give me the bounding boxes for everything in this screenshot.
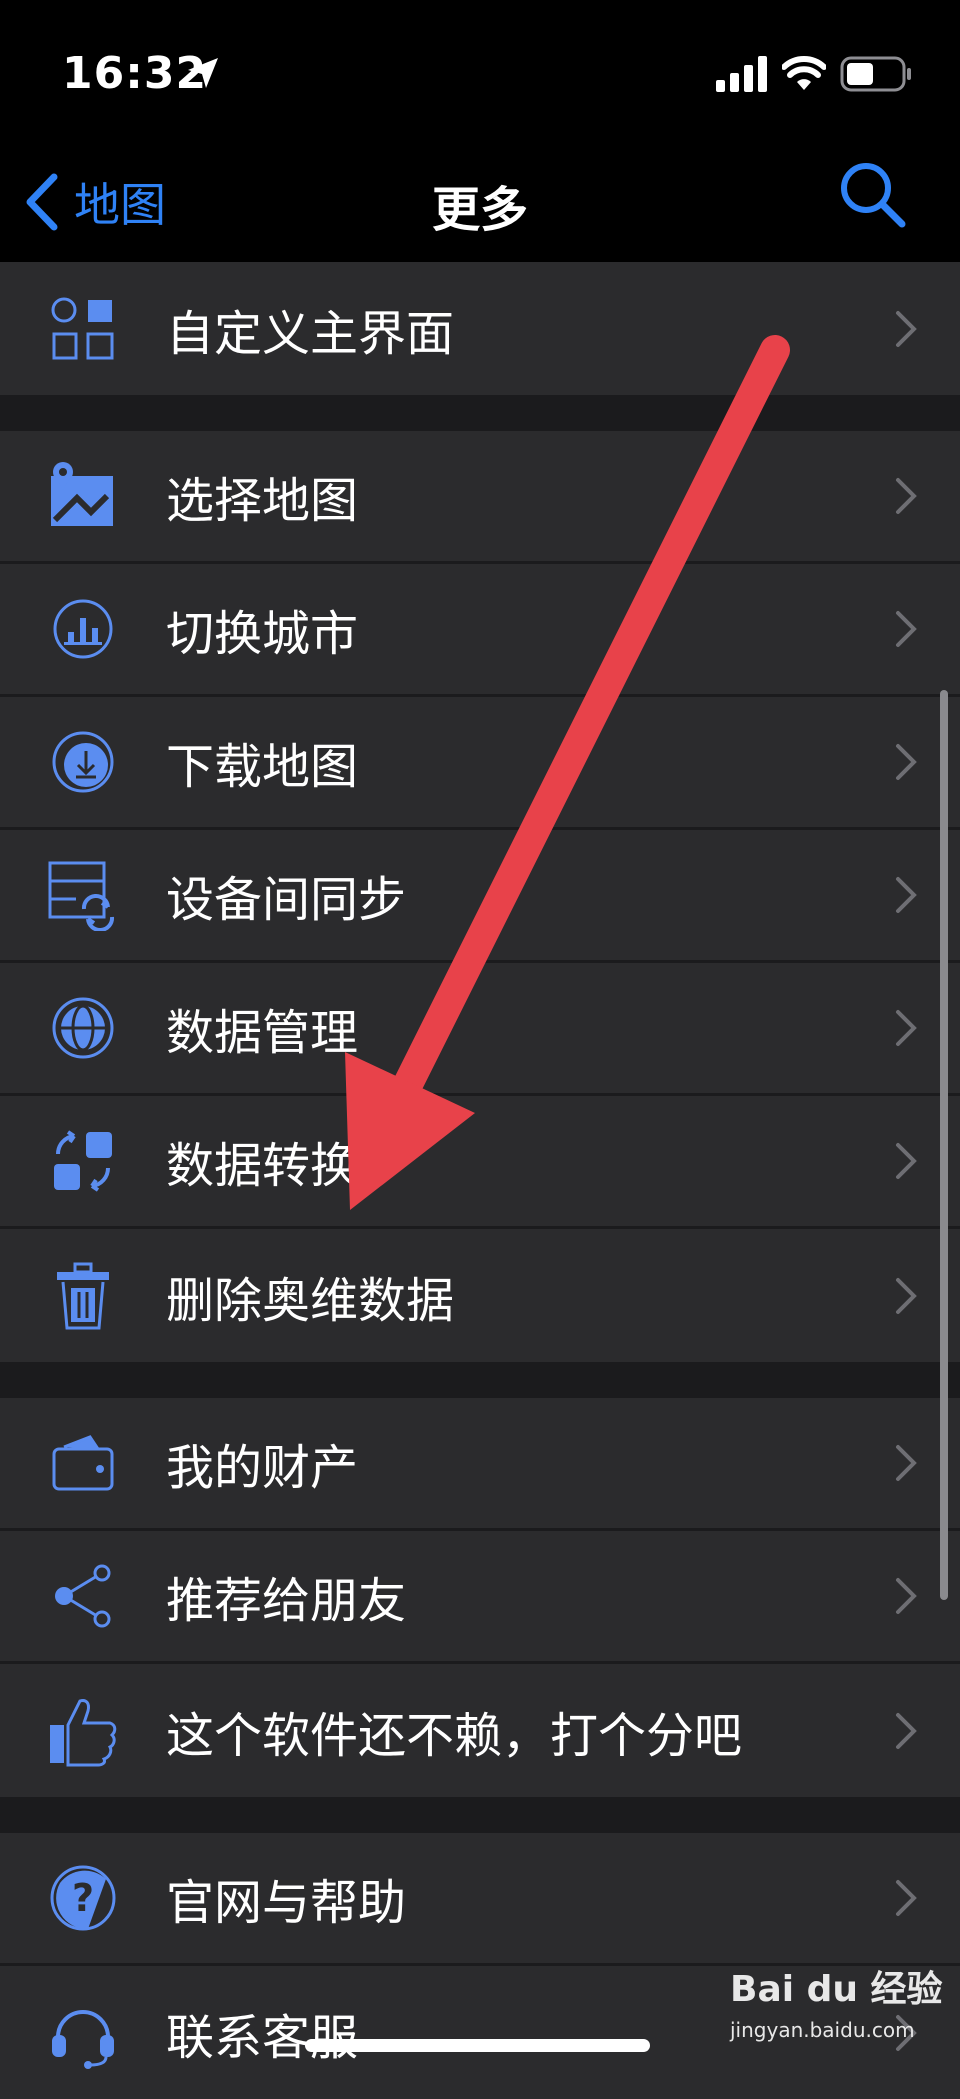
row-download-map[interactable]: 下载地图 <box>0 697 960 830</box>
row-customize-home[interactable]: 自定义主界面 <box>0 262 960 395</box>
share-icon <box>42 1555 124 1637</box>
map-pin-icon <box>42 455 124 537</box>
svg-text:?: ? <box>72 1876 94 1920</box>
cellular-signal-icon <box>716 56 767 92</box>
download-icon <box>42 721 124 803</box>
chevron-right-icon <box>896 1277 917 1314</box>
chevron-right-icon <box>896 478 917 514</box>
row-label: 官网与帮助 <box>166 1875 407 1931</box>
help-icon: ? <box>42 1857 124 1939</box>
chevron-right-icon <box>896 1445 917 1481</box>
row-switch-city[interactable]: 切换城市 <box>0 564 960 697</box>
chevron-right-icon <box>896 1712 917 1749</box>
section-map-data: 选择地图 切换城市 下载地图 设备间同步 数据管理 数据转换 删除奥维数据 <box>0 431 960 1362</box>
chevron-right-icon <box>896 744 917 780</box>
thumbs-up-icon <box>42 1690 124 1772</box>
row-label: 这个软件还不赖，打个分吧 <box>166 1707 743 1764</box>
trash-icon <box>42 1255 124 1337</box>
status-bar: 16:32 <box>0 0 960 150</box>
row-device-sync[interactable]: 设备间同步 <box>0 830 960 963</box>
row-label: 数据管理 <box>166 1005 359 1061</box>
scroll-indicator[interactable] <box>940 690 948 1600</box>
row-label: 我的财产 <box>166 1440 359 1496</box>
watermark-brand: Bai du 经验 <box>730 1969 943 2010</box>
globe-icon <box>42 987 124 1069</box>
chevron-right-icon <box>896 1143 917 1179</box>
watermark-url: jingyan.baidu.com <box>730 2018 915 2042</box>
chevron-right-icon <box>896 1578 917 1614</box>
chevron-right-icon <box>896 611 917 647</box>
row-recommend[interactable]: 推荐给朋友 <box>0 1531 960 1664</box>
row-website-help[interactable]: ? 官网与帮助 <box>0 1833 960 1966</box>
navigation-bar: 地图 更多 <box>0 150 960 262</box>
city-skyline-icon <box>42 588 124 670</box>
row-label: 联系客服 <box>166 2009 359 2066</box>
row-label: 设备间同步 <box>166 872 407 928</box>
chevron-right-icon <box>896 1880 917 1916</box>
home-indicator[interactable] <box>305 2039 650 2052</box>
battery-icon <box>840 56 911 92</box>
row-data-conversion[interactable]: 数据转换 <box>0 1096 960 1229</box>
sync-devices-icon <box>42 854 124 936</box>
row-delete-data[interactable]: 删除奥维数据 <box>0 1229 960 1362</box>
row-data-management[interactable]: 数据管理 <box>0 963 960 1096</box>
convert-icon <box>42 1120 124 1202</box>
row-select-map[interactable]: 选择地图 <box>0 431 960 564</box>
row-label: 切换城市 <box>166 606 359 662</box>
row-label: 数据转换 <box>166 1138 359 1194</box>
section-account: 我的财产 推荐给朋友 这个软件还不赖，打个分吧 <box>0 1398 960 1797</box>
chevron-right-icon <box>896 877 917 913</box>
watermark: Bai du 经验 jingyan.baidu.com <box>730 1960 943 2042</box>
location-arrow-icon <box>188 58 218 88</box>
row-label: 自定义主界面 <box>166 305 455 362</box>
row-my-assets[interactable]: 我的财产 <box>0 1398 960 1531</box>
row-label: 下载地图 <box>166 739 359 795</box>
wifi-icon <box>782 56 826 90</box>
chevron-right-icon <box>896 310 917 347</box>
more-menu-list: 自定义主界面 选择地图 切换城市 下载地图 设备间同步 数据管理 数据转换 删除… <box>0 262 960 2099</box>
search-icon[interactable] <box>838 160 908 230</box>
row-label: 选择地图 <box>166 473 359 529</box>
chevron-right-icon <box>896 1010 917 1046</box>
section-layout: 自定义主界面 <box>0 262 960 395</box>
row-rate-app[interactable]: 这个软件还不赖，打个分吧 <box>0 1664 960 1797</box>
headset-icon <box>42 1992 124 2074</box>
page-title: 更多 <box>431 182 528 238</box>
row-label: 推荐给朋友 <box>166 1573 407 1629</box>
row-label: 删除奥维数据 <box>166 1272 455 1329</box>
grid-layout-icon <box>42 288 124 370</box>
wallet-icon <box>42 1422 124 1504</box>
